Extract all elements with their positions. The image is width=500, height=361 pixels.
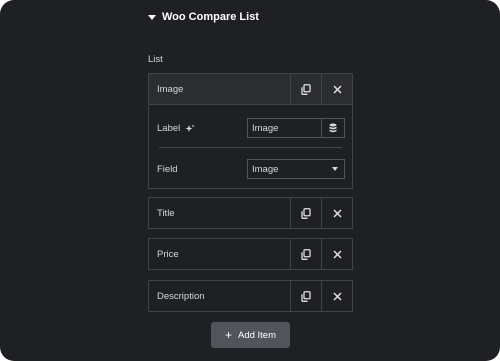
close-icon — [332, 84, 342, 94]
plus-icon: + — [224, 328, 232, 342]
field-control-label: Field — [157, 164, 178, 175]
chevron-down-icon — [332, 167, 338, 171]
repeater-item-title[interactable]: Image — [149, 74, 290, 104]
list-control-label: List — [148, 54, 163, 65]
repeater-item-image: Image — [148, 73, 353, 105]
field-select-value: Image — [252, 163, 279, 175]
divider — [159, 147, 342, 148]
remove-button[interactable] — [321, 198, 352, 228]
label-input[interactable]: Image — [247, 118, 345, 138]
copy-icon — [301, 83, 311, 95]
sparkle-icon[interactable] — [185, 124, 195, 134]
dynamic-tags-button[interactable] — [321, 119, 344, 137]
repeater-item-title[interactable]: Title — [149, 198, 290, 228]
section-title: Woo Compare List — [162, 11, 259, 23]
repeater-item-title-row: Title — [148, 197, 353, 229]
caret-down-icon — [148, 14, 156, 20]
repeater-item-description: Description — [148, 280, 353, 312]
repeater-item-fields: Label Image Field Image — [148, 105, 353, 189]
database-icon — [329, 123, 337, 133]
duplicate-button[interactable] — [290, 74, 321, 104]
repeater-item-title[interactable]: Description — [149, 281, 290, 311]
remove-button[interactable] — [321, 239, 352, 269]
copy-icon — [301, 290, 311, 302]
duplicate-button[interactable] — [290, 198, 321, 228]
close-icon — [332, 291, 342, 301]
close-icon — [332, 208, 342, 218]
add-item-label: Add Item — [237, 329, 277, 341]
field-select[interactable]: Image — [247, 159, 345, 179]
label-input-value[interactable]: Image — [248, 123, 321, 134]
section-header-toggle[interactable]: Woo Compare List — [148, 9, 259, 25]
repeater-item-title[interactable]: Price — [149, 239, 290, 269]
remove-button[interactable] — [321, 74, 352, 104]
copy-icon — [301, 248, 311, 260]
repeater-item-price: Price — [148, 238, 353, 270]
add-item-button[interactable]: + Add Item — [211, 322, 290, 348]
remove-button[interactable] — [321, 281, 352, 311]
label-control-label: Label — [157, 123, 195, 134]
close-icon — [332, 249, 342, 259]
duplicate-button[interactable] — [290, 239, 321, 269]
label-control-text: Label — [157, 123, 181, 134]
copy-icon — [301, 207, 311, 219]
editor-panel: Woo Compare List List Image Label Image — [0, 0, 500, 361]
duplicate-button[interactable] — [290, 281, 321, 311]
